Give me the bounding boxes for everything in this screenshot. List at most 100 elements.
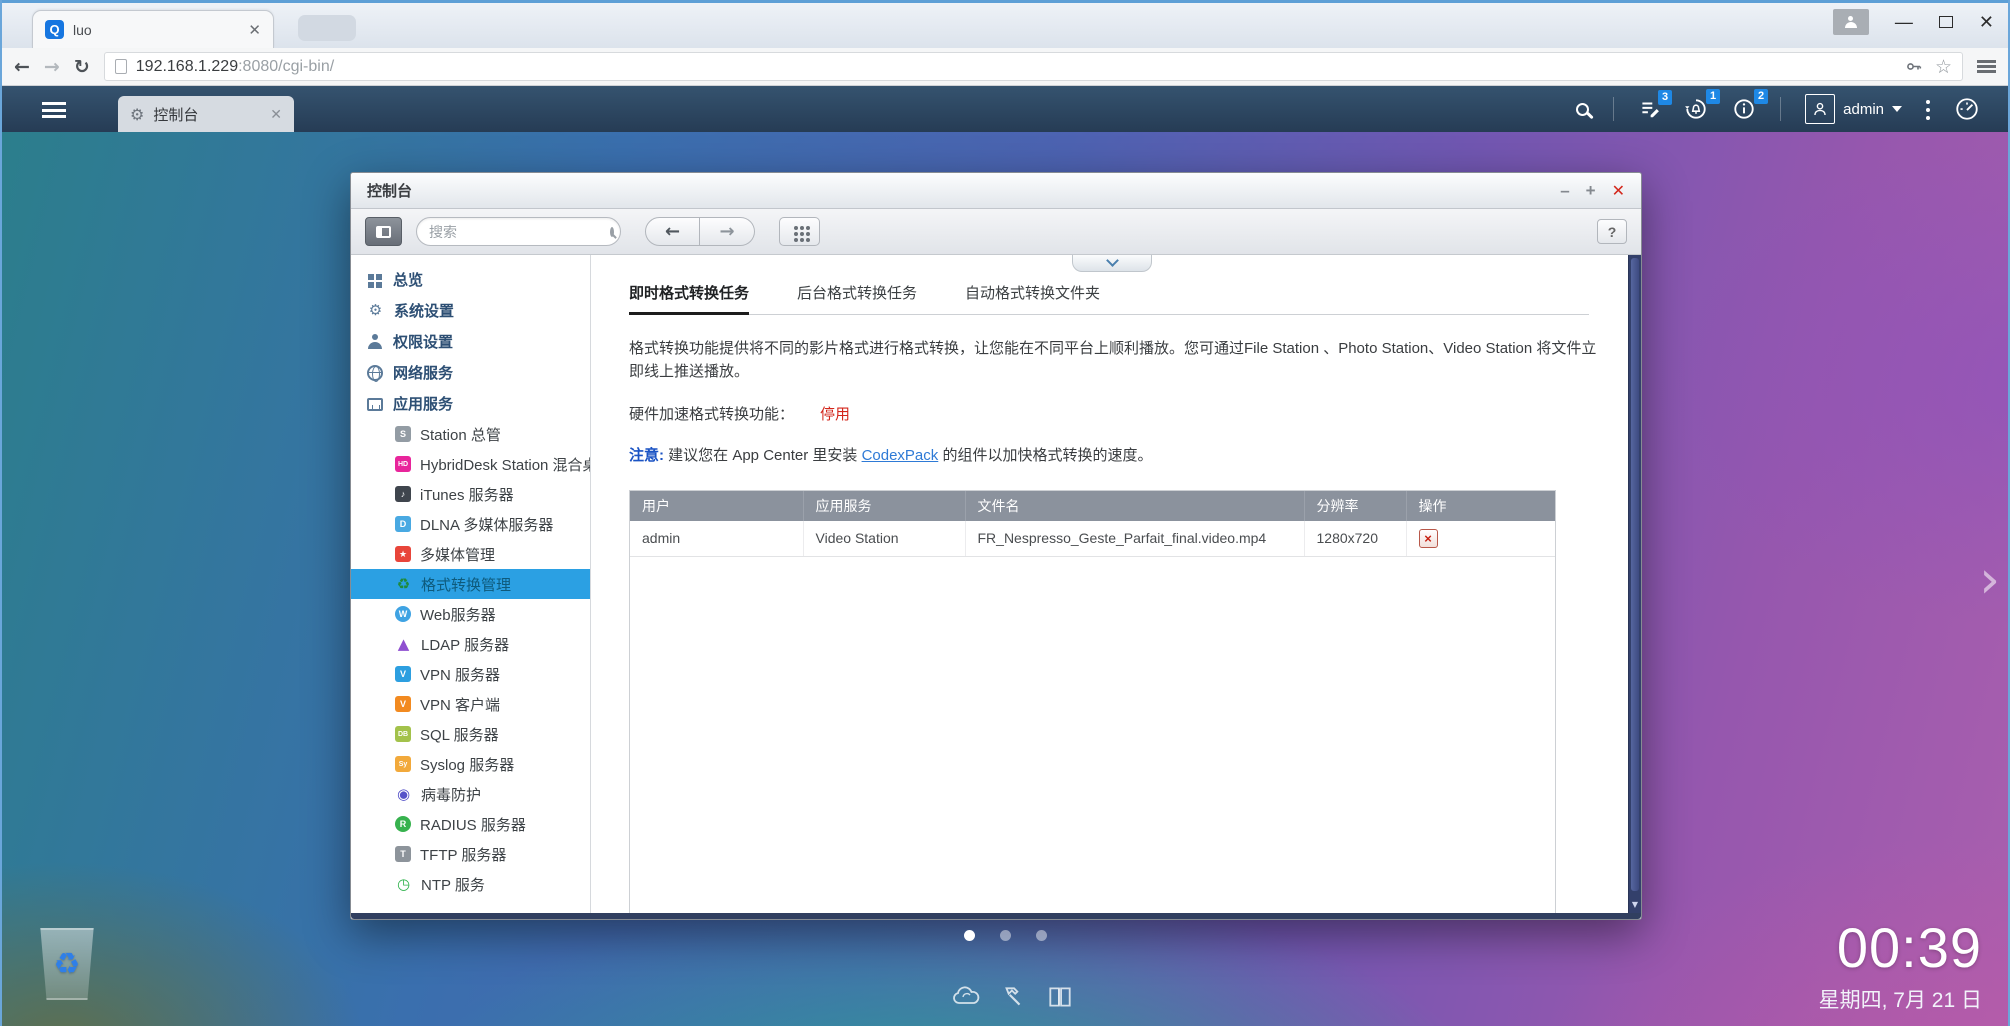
desktop-clock: 00:39 星期四, 7月 21 日 易迅网 xyxy=(1819,920,1982,1026)
page-icon xyxy=(114,59,127,74)
app-tab-close-icon[interactable]: ✕ xyxy=(270,106,282,123)
tab-auto-folder[interactable]: 自动格式转换文件夹 xyxy=(965,282,1100,315)
key-icon[interactable] xyxy=(1906,58,1923,75)
browser-profile-button[interactable] xyxy=(1832,9,1869,35)
sidebar-item-tftp-server[interactable]: T TFTP 服务器 xyxy=(351,839,590,869)
search-input[interactable] xyxy=(429,223,610,240)
sidebar-item-system-settings[interactable]: ⚙ 系统设置 xyxy=(351,295,590,326)
table-cell: admin xyxy=(630,520,803,557)
user-menu[interactable]: admin xyxy=(1805,94,1902,124)
panel-search[interactable] xyxy=(416,217,621,246)
notifications-button[interactable]: 1 xyxy=(1684,89,1721,121)
sidebar-item-itunes-server[interactable]: ♪ iTunes 服务器 xyxy=(351,479,590,509)
browser-toolbar: ← → ↻ 192.168.1.229:8080/cgi-bin/ ☆ xyxy=(2,48,2008,86)
window-minimize-button[interactable]: — xyxy=(1895,13,1913,31)
info-button[interactable]: 2 xyxy=(1732,89,1769,121)
help-button[interactable]: ? xyxy=(1597,219,1627,244)
nas-topbar: ⚙ 控制台 ✕ 3 1 2 admin xyxy=(2,86,2008,132)
sidebar-item-hybriddesk-station[interactable]: HD HybridDesk Station 混合桌面... xyxy=(351,449,590,479)
table-cell: FR_Nespresso_Geste_Parfait_final.video.m… xyxy=(964,520,1304,557)
forward-icon[interactable]: → xyxy=(44,56,60,78)
refresh-icon[interactable]: ↻ xyxy=(74,56,90,78)
vpn-client-icon: V xyxy=(395,696,411,712)
window-maximize-button[interactable] xyxy=(1938,16,1953,28)
column-header: 用户 xyxy=(630,490,803,521)
sidebar-item-vpn-server[interactable]: V VPN 服务器 xyxy=(351,659,590,689)
column-header: 文件名 xyxy=(964,490,1304,521)
minimize-button[interactable]: – xyxy=(1560,181,1569,201)
nav-back-button[interactable]: ← xyxy=(645,217,700,246)
table-body: admin Video Station FR_Nespresso_Geste_Par… xyxy=(630,520,1555,557)
browser-menu-icon[interactable] xyxy=(1977,60,1996,73)
sidebar-item-web-server[interactable]: W Web服务器 xyxy=(351,599,590,629)
new-tab-button[interactable] xyxy=(298,15,356,41)
hw-accel-status: 停用 xyxy=(820,405,851,423)
sidebar-item-antivirus[interactable]: ◉ 病毒防护 xyxy=(351,779,590,809)
main-menu-icon[interactable] xyxy=(42,102,66,118)
window-footer xyxy=(351,913,1641,919)
sidebar-item-sql-server[interactable]: DB SQL 服务器 xyxy=(351,719,590,749)
tab-realtime[interactable]: 即时格式转换任务 xyxy=(629,282,750,315)
desktop: 控制台 – + ✕ ← → ? xyxy=(2,132,2008,1026)
tab-close-icon[interactable]: ✕ xyxy=(248,21,261,39)
apps-grid-button[interactable] xyxy=(779,217,820,246)
manual-book-icon[interactable] xyxy=(1046,984,1074,1010)
notifications-badge: 1 xyxy=(1706,89,1721,104)
desktop-pagination xyxy=(964,930,1047,941)
more-options-icon[interactable] xyxy=(1926,100,1930,104)
page-dot-3[interactable] xyxy=(1036,930,1047,941)
sidebar-item-ntp-service[interactable]: ◷ NTP 服务 xyxy=(351,869,590,899)
sidebar-item-application-services[interactable]: 应用服务 xyxy=(351,388,590,419)
screen: Q luo ✕ — ✕ ← → ↻ 192.168.1.229:8080/cgi… xyxy=(0,0,2010,1026)
url-text: 192.168.1.229:8080/cgi-bin/ xyxy=(136,58,334,76)
sidebar-item-vpn-client[interactable]: V VPN 客户端 xyxy=(351,689,590,719)
sidebar-item-overview[interactable]: 总览 xyxy=(351,264,590,295)
sidebar-item-radius-server[interactable]: R RADIUS 服务器 xyxy=(351,809,590,839)
sidebar-item-dlna-media-server[interactable]: D DLNA 多媒体服务器 xyxy=(351,509,590,539)
open-app-tab-label: 控制台 xyxy=(153,106,199,124)
scrollbar[interactable]: ▼ xyxy=(1628,255,1641,913)
sidebar-toggle-button[interactable] xyxy=(365,217,402,246)
sidebar-item-network-services[interactable]: 网络服务 xyxy=(351,357,590,388)
desktop-dock xyxy=(950,984,1074,1010)
sidebar-item-privilege-settings[interactable]: 权限设置 xyxy=(351,326,590,357)
page-dot-1[interactable] xyxy=(964,930,975,941)
sidebar-item-syslog-server[interactable]: Sy Syslog 服务器 xyxy=(351,749,590,779)
sidebar-item-transcode-management[interactable]: ♻ 格式转换管理 xyxy=(351,569,590,599)
sidebar-item-multimedia-management[interactable]: ★ 多媒体管理 xyxy=(351,539,590,569)
maximize-button[interactable]: + xyxy=(1586,181,1596,201)
window-titlebar[interactable]: 控制台 – + ✕ xyxy=(351,173,1641,209)
window-close-button[interactable]: ✕ xyxy=(1979,13,1994,31)
ldap-server-icon: ▲ xyxy=(397,634,410,653)
window-title: 控制台 xyxy=(367,183,413,200)
search-icon[interactable] xyxy=(1576,102,1590,116)
open-app-tab[interactable]: ⚙ 控制台 ✕ xyxy=(118,96,294,132)
scroll-down-icon[interactable]: ▼ xyxy=(1629,900,1641,909)
sidebar-item-station-manager[interactable]: S Station 总管 xyxy=(351,419,590,449)
page-dot-2[interactable] xyxy=(1000,930,1011,941)
address-bar[interactable]: 192.168.1.229:8080/cgi-bin/ ☆ xyxy=(103,52,1963,81)
scrollbar-thumb[interactable] xyxy=(1631,258,1639,891)
sidebar-item-ldap-server[interactable]: ▲ LDAP 服务器 xyxy=(351,629,590,659)
nav-forward-button[interactable]: → xyxy=(700,217,755,246)
web-server-icon: W xyxy=(395,606,411,622)
dashboard-icon[interactable] xyxy=(1954,96,1980,122)
cloud-icon[interactable] xyxy=(950,984,980,1010)
delete-task-button[interactable]: × xyxy=(1418,528,1438,548)
application-services-icon xyxy=(367,398,383,411)
feature-description: 格式转换功能提供将不同的影片格式进行格式转换，让您能在不同平台上顺利播放。您可通… xyxy=(629,340,1597,381)
close-button[interactable]: ✕ xyxy=(1612,181,1625,200)
tasks-table-container: 用户 应用服务 文件名 分辨率 操作 admin Video Station FR_Nesp… xyxy=(629,489,1556,913)
next-page-arrow[interactable]: › xyxy=(1979,550,2000,610)
back-icon[interactable]: ← xyxy=(14,56,30,78)
tab-background[interactable]: 后台格式转换任务 xyxy=(797,282,917,315)
background-tasks-button[interactable]: 3 xyxy=(1638,90,1673,120)
sidebar-item-label: RADIUS 服务器 xyxy=(420,816,526,834)
bookmark-star-icon[interactable]: ☆ xyxy=(1935,56,1952,78)
browser-tab[interactable]: Q luo ✕ xyxy=(32,10,274,48)
tools-icon[interactable] xyxy=(1000,984,1026,1010)
codexpack-link[interactable]: CodexPack xyxy=(862,447,939,464)
sidebar-item-label: LDAP 服务器 xyxy=(421,636,510,654)
collapse-description-button[interactable] xyxy=(1072,255,1152,272)
recycle-bin[interactable]: ♻ xyxy=(40,928,94,1000)
